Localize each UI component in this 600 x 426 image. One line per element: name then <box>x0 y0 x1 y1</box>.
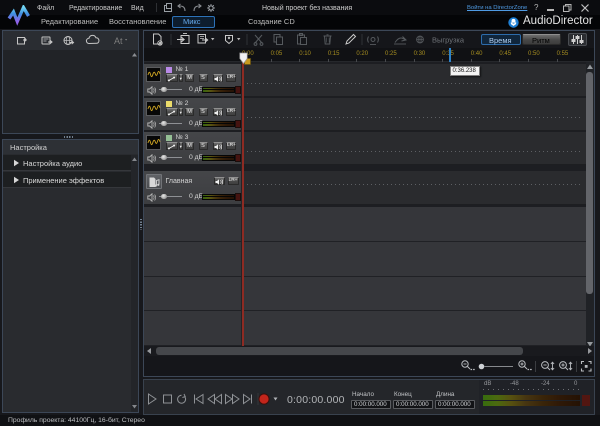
svg-text:At: At <box>114 36 123 46</box>
svg-text:Выгрузка: Выгрузка <box>432 36 464 45</box>
